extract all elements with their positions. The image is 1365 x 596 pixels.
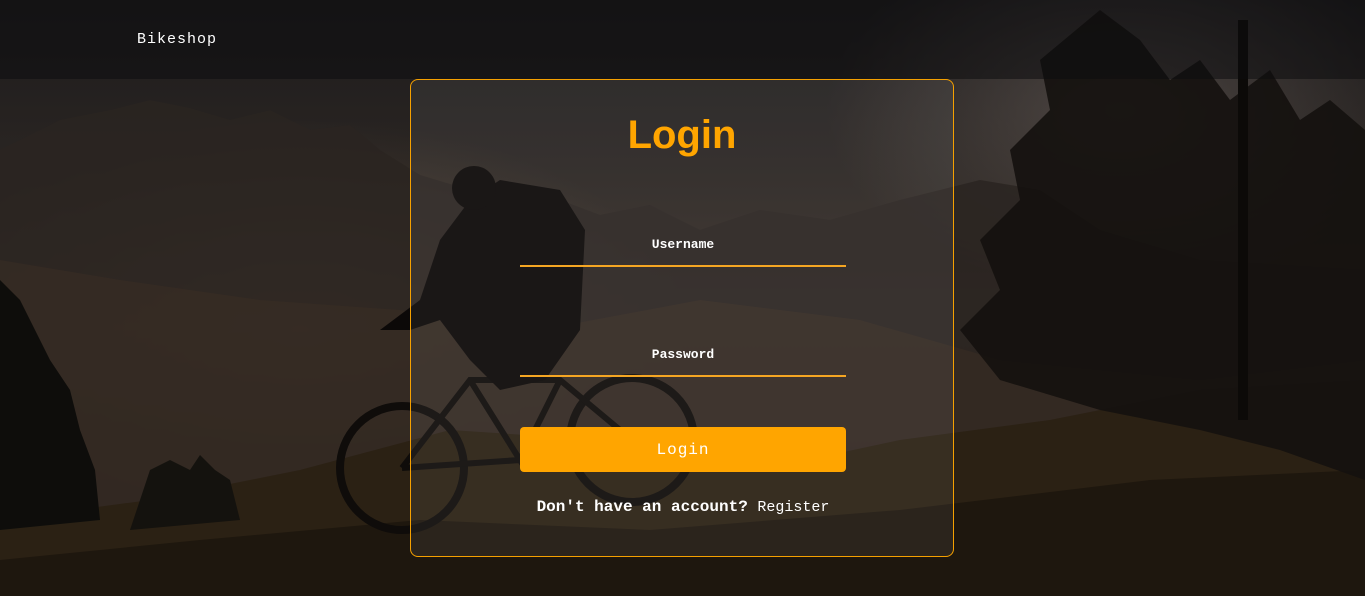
top-navbar: Bikeshop: [0, 0, 1365, 79]
password-input[interactable]: [520, 333, 846, 377]
register-link[interactable]: Register: [757, 499, 829, 516]
login-title: Login: [627, 113, 737, 157]
register-prompt-text: Don't have an account?: [536, 498, 748, 516]
login-card: Login Login Don't have an account? Regis…: [410, 79, 954, 557]
username-input[interactable]: [520, 223, 846, 267]
login-button[interactable]: Login: [520, 427, 846, 472]
register-prompt-line: Don't have an account? Register: [520, 498, 846, 516]
brand-logo-text[interactable]: Bikeshop: [137, 31, 217, 48]
